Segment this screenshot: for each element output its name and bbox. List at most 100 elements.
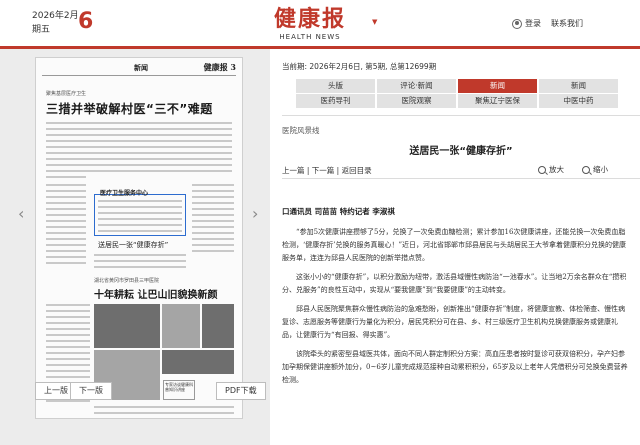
pdf-download-button[interactable]: PDF下载	[216, 382, 266, 400]
thumb-text-line	[192, 184, 234, 186]
section-row: 医药导刊 医院观察 聚焦辽宁医保 中医中药	[296, 94, 620, 108]
date-year-month: 2026年2月	[32, 11, 79, 21]
thumb-text-line	[94, 266, 186, 268]
logo[interactable]: 健康报 HEALTH NEWS	[255, 6, 365, 42]
nav-separator: |	[304, 166, 312, 175]
issue-info: 当前期: 2026年2月6日, 第5期, 总第12699期	[282, 62, 437, 71]
section-tab[interactable]: 头版	[296, 79, 375, 93]
thumb-text-line	[46, 250, 86, 252]
thumb-text-line	[94, 254, 186, 256]
date-weekday: 期五	[32, 25, 51, 35]
divider	[282, 115, 640, 116]
thumb-text-line	[46, 226, 86, 228]
section-tab[interactable]: 评论·新闻	[377, 79, 456, 93]
thumb-text-line	[94, 406, 234, 408]
thumb-page-logo: 健康报 3	[203, 62, 236, 72]
thumb-text-line	[46, 316, 90, 318]
login-link[interactable]: 登录	[525, 18, 541, 29]
thumb-article-title[interactable]: 送居民一张“健康存折”	[98, 240, 168, 250]
thumb-text-line	[46, 152, 232, 154]
thumb-masthead: 新闻 健康报 3	[42, 62, 236, 76]
next-page-button[interactable]: 下一版	[70, 382, 112, 400]
thumb-photo	[162, 304, 200, 348]
thumb-text-line	[192, 226, 234, 228]
article-panel: 当前期: 2026年2月6日, 第5期, 总第12699期 头版 评论·新闻 新…	[282, 49, 640, 445]
thumb-text-line	[192, 208, 234, 210]
thumb-text-line	[192, 214, 234, 216]
thumb-text-line	[192, 244, 234, 246]
thumb-text-line	[46, 244, 86, 246]
article-paragraph: 这张小小的“健康存折”，以积分激励为纽带，激活县域慢性病防治“一池春水”。让当地…	[282, 273, 627, 294]
nav-separator: |	[334, 166, 342, 175]
back-to-toc-link[interactable]: 返回目录	[342, 166, 372, 175]
section-tab-active[interactable]: 新闻	[458, 79, 537, 93]
section-tab[interactable]: 中医中药	[539, 94, 618, 108]
prev-page-arrow-icon[interactable]: ‹	[18, 204, 24, 223]
thumb-section: 新闻	[134, 64, 148, 72]
thumb-text-line	[46, 358, 90, 360]
thumb-text-line	[94, 412, 234, 414]
thumb-text-line	[192, 220, 234, 222]
chevron-down-icon[interactable]: ▼	[372, 18, 377, 26]
article-body: “参加5次健康讲座攒够了5分，兑换了一次免费血糖检测；累计参加16次健康讲座，还…	[282, 226, 630, 444]
article-paragraph: 邱县人民医院聚焦群众慢性病防治的急难愁盼，创新推出“健康存折”制度，将健康宣教、…	[282, 305, 626, 339]
section-tab[interactable]: 新闻	[539, 79, 618, 93]
thumb-text-line	[46, 256, 86, 258]
thumb-photo	[94, 304, 160, 348]
column-name: 医院风景线	[282, 126, 320, 135]
thumb-text-line	[46, 370, 90, 372]
zoom-in-label: 放大	[549, 165, 564, 174]
contact-link[interactable]: 联系我们	[551, 18, 583, 29]
zoom-out-label: 缩小	[593, 165, 608, 174]
zoom-out-button[interactable]: 缩小	[582, 164, 608, 175]
thumb-text-line	[192, 196, 234, 198]
thumb-text-line	[46, 196, 86, 198]
issue-date: 2026年2月 期五	[32, 10, 79, 36]
user-icon	[512, 18, 522, 29]
divider	[282, 178, 640, 179]
selected-article-highlight[interactable]	[94, 194, 186, 236]
prev-article-link[interactable]: 上一篇	[282, 166, 305, 175]
user-area: 登录 联系我们	[512, 18, 593, 29]
thumb-text-line	[46, 334, 90, 336]
zoom-in-button[interactable]: 放大	[538, 164, 564, 175]
thumb-text-line	[46, 158, 232, 160]
thumb-text-line	[46, 232, 86, 234]
zoom-in-icon	[538, 165, 546, 174]
thumb-text-line	[46, 146, 232, 148]
thumb-info-box: 专家访谈健康科普知识讲座	[163, 380, 195, 400]
thumb-text-line	[192, 250, 234, 252]
thumb-text-line	[46, 238, 86, 240]
thumb-text-line	[46, 220, 86, 222]
section-row: 头版 评论·新闻 新闻 新闻	[296, 79, 620, 93]
section-tab[interactable]: 医院观察	[377, 94, 456, 108]
section-nav: 头版 评论·新闻 新闻 新闻 医药导刊 医院观察 聚焦辽宁医保 中医中药	[296, 79, 620, 109]
thumb-text-line	[46, 352, 90, 354]
thumb-headline-2[interactable]: 十年耕耘 让巴山旧貌换新颜	[94, 286, 217, 301]
thumb-text-line	[46, 400, 90, 402]
next-article-link[interactable]: 下一篇	[312, 166, 335, 175]
thumb-text-line	[46, 346, 90, 348]
thumb-kicker: 聚焦基层医疗卫生	[46, 91, 87, 97]
thumb-text-line	[192, 190, 234, 192]
section-tab[interactable]: 医药导刊	[296, 94, 375, 108]
thumb-kicker-2: 湖北省黄冈市罗田县三甲医院	[94, 278, 160, 284]
next-page-arrow-icon[interactable]: ›	[252, 204, 258, 223]
thumb-text-line	[46, 214, 86, 216]
article-nav: 上一篇 | 下一篇 | 返回目录	[282, 165, 372, 176]
logo-en: HEALTH NEWS	[279, 33, 341, 41]
thumb-photo	[162, 350, 234, 374]
date-day: 6	[78, 9, 94, 34]
section-tab[interactable]: 聚焦辽宁医保	[458, 94, 537, 108]
thumb-text-line	[46, 340, 90, 342]
thumb-highlight-title: 医疗卫生服务中心	[100, 190, 149, 197]
thumb-text-line	[46, 122, 232, 124]
newspaper-page-thumbnail[interactable]: 新闻 健康报 3 聚焦基层医疗卫生 三措并举破解村医“三不”难题 医疗卫生服务中…	[35, 57, 243, 419]
thumb-text-line	[46, 208, 86, 210]
thumb-text-line	[46, 262, 86, 264]
thumb-text-line	[46, 364, 90, 366]
thumb-headline[interactable]: 三措并举破解村医“三不”难题	[46, 100, 213, 117]
thumb-text-line	[94, 260, 186, 262]
thumb-text-line	[46, 310, 90, 312]
thumb-photo	[202, 304, 234, 348]
